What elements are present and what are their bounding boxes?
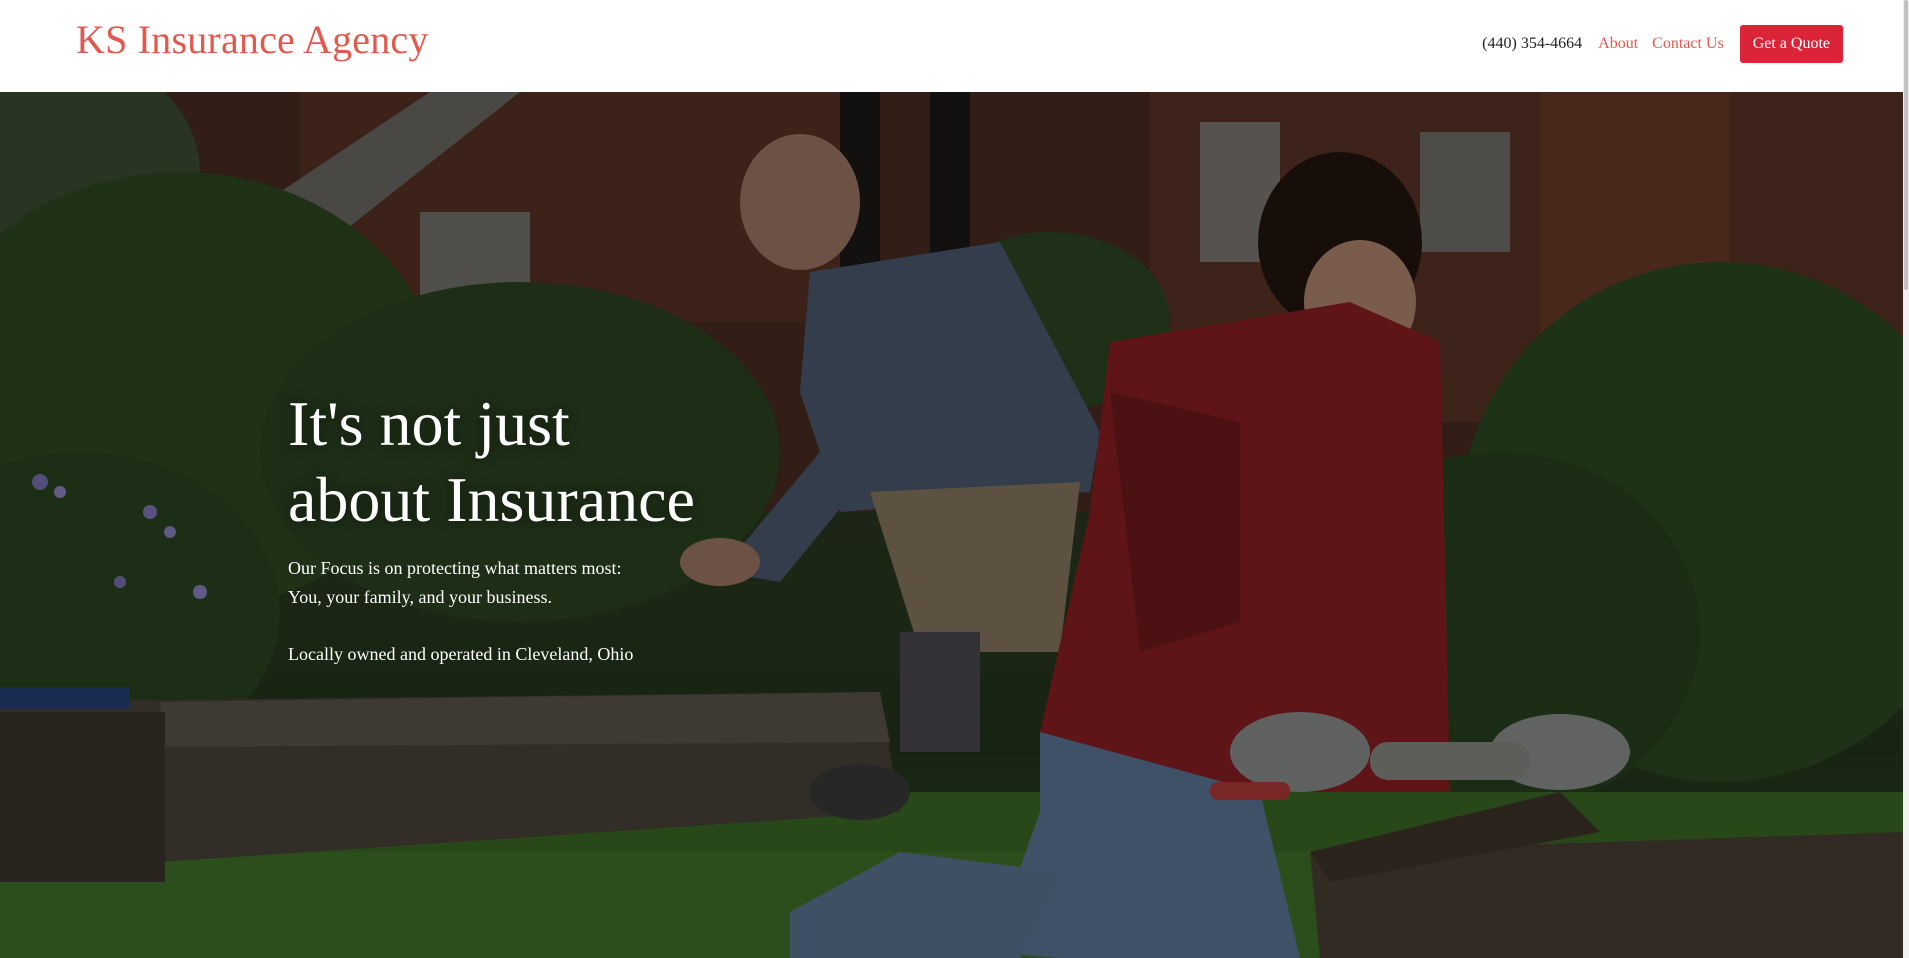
brand-logo[interactable]: KS Insurance Agency [76, 16, 429, 63]
hero-title: It's not just about Insurance [288, 386, 808, 538]
hero-section: It's not just about Insurance Our Focus … [0, 92, 1903, 958]
hero-subtitle-line-1: Our Focus is on protecting what matters … [288, 558, 622, 578]
hero-content: It's not just about Insurance Our Focus … [288, 386, 808, 669]
scrollbar-thumb[interactable] [1904, 0, 1908, 290]
site-header: KS Insurance Agency (440) 354-4664 About… [0, 0, 1903, 92]
get-a-quote-button[interactable]: Get a Quote [1739, 25, 1843, 63]
page-scrollbar[interactable] [1903, 0, 1909, 958]
hero-title-line-1: It's not just [288, 388, 570, 459]
page: KS Insurance Agency (440) 354-4664 About… [0, 0, 1909, 958]
hero-overlay [0, 92, 1903, 958]
hero-title-line-2: about Insurance [288, 464, 695, 535]
hero-subtitle-line-2: You, your family, and your business. [288, 587, 552, 607]
hero-location-text: Locally owned and operated in Cleveland,… [288, 644, 634, 664]
phone-number[interactable]: (440) 354-4664 [1482, 35, 1582, 53]
main-nav: (440) 354-4664 About Contact Us Get a Qu… [1482, 25, 1843, 63]
hero-subtitle: Our Focus is on protecting what matters … [288, 554, 808, 612]
nav-contact-us[interactable]: Contact Us [1652, 35, 1724, 53]
nav-about[interactable]: About [1598, 35, 1638, 53]
